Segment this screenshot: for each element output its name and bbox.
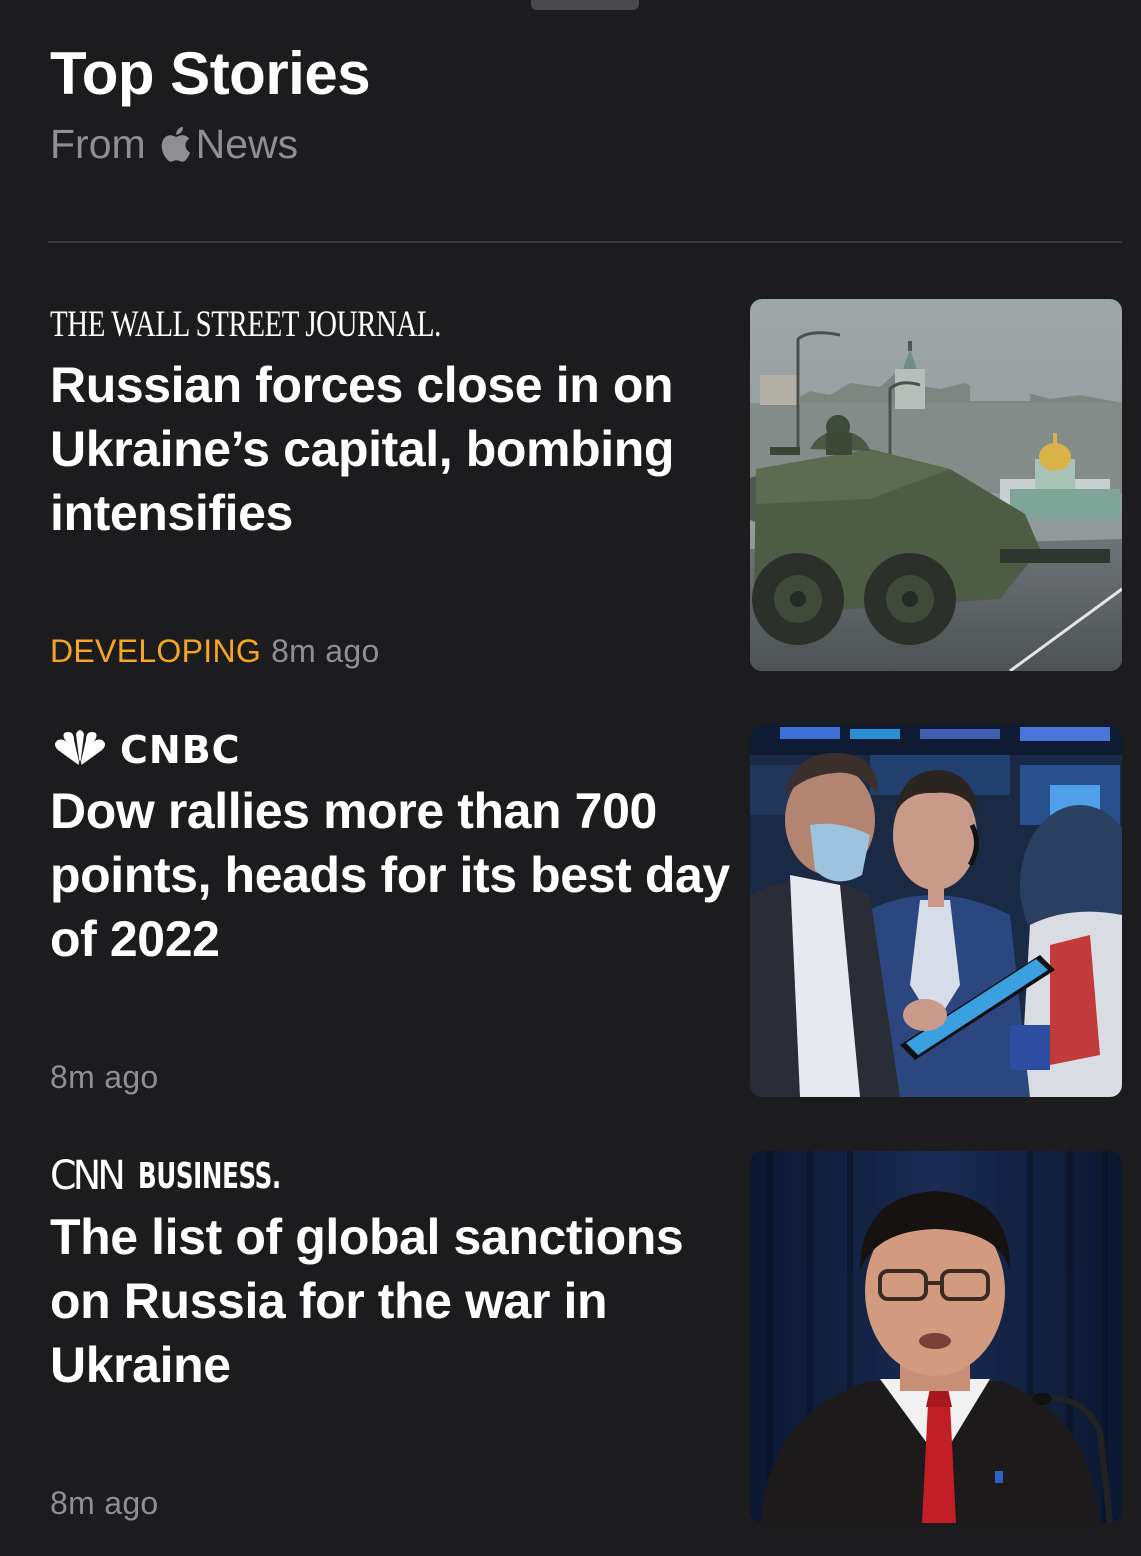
widget-header: Top Stories From News — [50, 36, 371, 172]
story-text: CNN BUSINESS. The list of global sanctio… — [50, 1151, 730, 1523]
story-meta: 8m ago — [50, 1483, 159, 1523]
story-card-3[interactable]: CNN BUSINESS. The list of global sanctio… — [0, 1151, 1141, 1523]
stock-traders-photo[interactable] — [750, 725, 1122, 1097]
story-headline[interactable]: Russian forces close in on Ukraine’s cap… — [50, 353, 730, 545]
sheet-grabber[interactable] — [531, 0, 639, 10]
story-text: CNBC Dow rallies more than 700 points, h… — [50, 725, 730, 1097]
source-logo: THE WALL STREET JOURNAL. — [50, 299, 730, 349]
story-headline[interactable]: Dow rallies more than 700 points, heads … — [50, 779, 730, 971]
page-subtitle: From News — [50, 116, 370, 172]
subtitle-prefix: From — [50, 121, 146, 167]
story-card-2[interactable]: CNBC Dow rallies more than 700 points, h… — [0, 725, 1141, 1097]
story-headline[interactable]: The list of global sanctions on Russia f… — [50, 1205, 730, 1397]
story-meta: 8m ago — [50, 1057, 159, 1097]
thumbnail-image — [750, 299, 1122, 671]
armored-vehicle-photo[interactable] — [750, 299, 1122, 671]
story-meta: DEVELOPING 8m ago — [50, 631, 380, 671]
wsj-logo: THE WALL STREET JOURNAL. — [50, 303, 441, 345]
story-card-1[interactable]: THE WALL STREET JOURNAL. Russian forces … — [0, 299, 1141, 671]
cnbc-wordmark: CNBC — [120, 728, 241, 772]
thumbnail-image — [750, 725, 1122, 1097]
developing-tag: DEVELOPING — [50, 633, 262, 669]
nbc-peacock-icon — [55, 730, 105, 766]
politician-speaking-photo[interactable] — [750, 1151, 1122, 1523]
cnn-business-wordmark: BUSINESS. — [137, 1155, 281, 1197]
story-time: 8m ago — [50, 1059, 159, 1095]
source-logo: CNBC — [50, 725, 730, 775]
page-title: Top Stories — [50, 40, 371, 107]
story-time: 8m ago — [50, 1485, 159, 1521]
thumbnail-image — [750, 1151, 1122, 1523]
apple-logo-icon — [161, 126, 190, 162]
subtitle-brand: News — [195, 121, 299, 167]
header-divider — [48, 241, 1122, 243]
story-text: THE WALL STREET JOURNAL. Russian forces … — [50, 299, 730, 671]
cnn-logo-mark: CNN — [50, 1153, 126, 1199]
source-logo: CNN BUSINESS. — [50, 1151, 730, 1201]
story-time: 8m ago — [271, 633, 380, 669]
